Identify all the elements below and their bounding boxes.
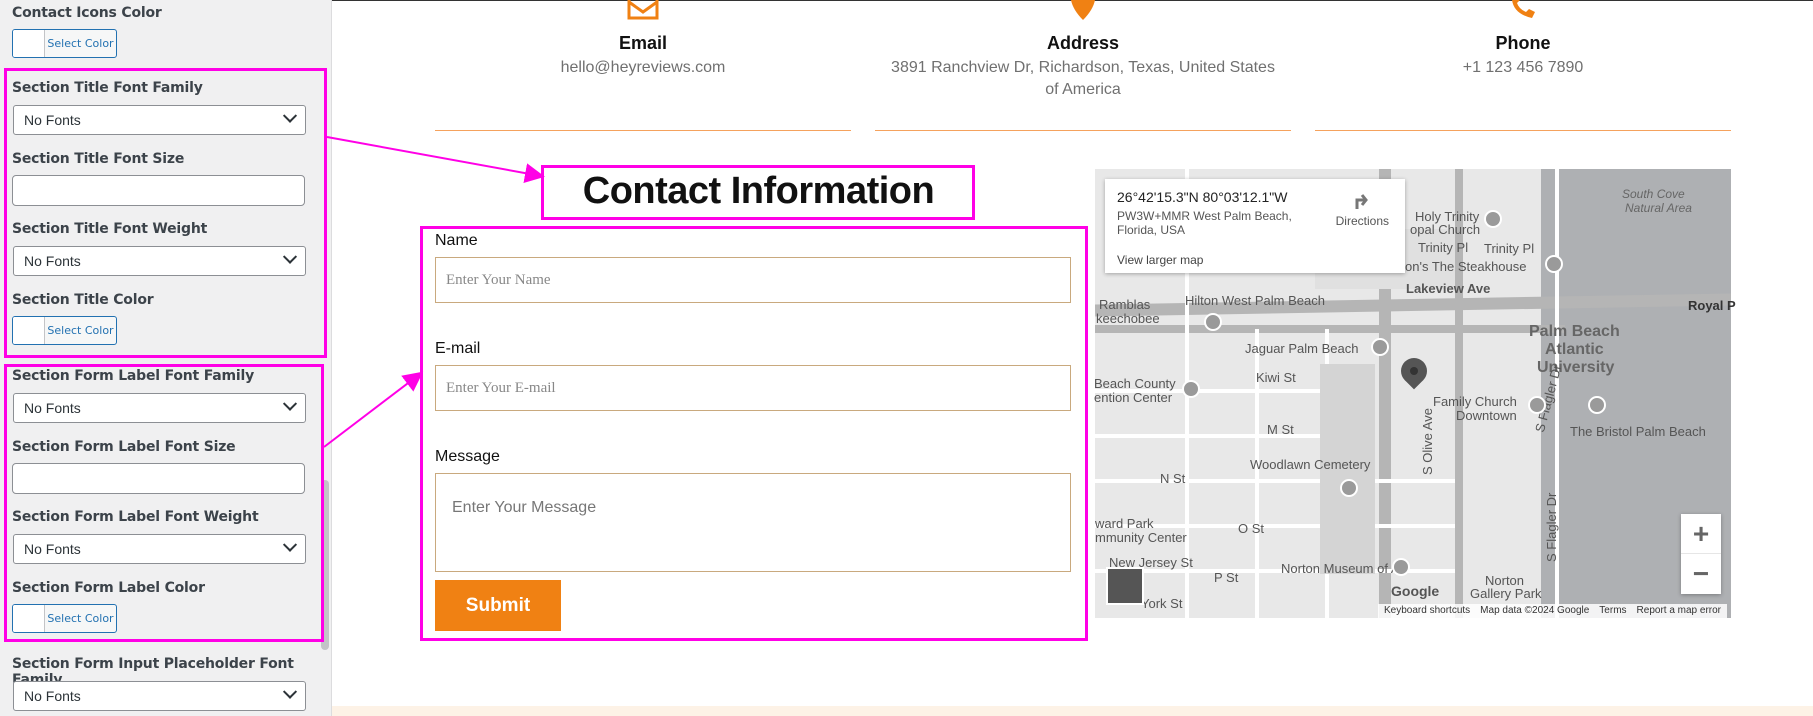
arrow-to-title bbox=[326, 136, 545, 183]
annotation-arrows bbox=[323, 136, 545, 448]
arrow-to-form bbox=[323, 371, 424, 448]
